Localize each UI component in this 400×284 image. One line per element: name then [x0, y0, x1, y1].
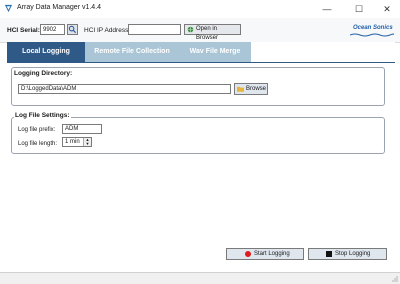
logo-wave-icon	[350, 33, 394, 37]
record-icon	[245, 251, 251, 257]
log-file-prefix-label: Log file prefix:	[18, 127, 56, 133]
hci-serial-input[interactable]: 9902	[40, 24, 65, 35]
window-title: Array Data Manager v1.4.4	[17, 4, 102, 11]
log-file-settings-group	[11, 117, 385, 154]
log-file-length-value: 1 min	[65, 139, 80, 145]
folder-icon	[237, 86, 244, 92]
logging-directory-input[interactable]: D:\LoggedData\ADM	[18, 84, 231, 94]
serial-search-button[interactable]	[67, 24, 78, 35]
close-button[interactable]: ✕	[374, 0, 400, 18]
stop-logging-button[interactable]: Stop Logging	[308, 248, 387, 260]
start-logging-label: Start Logging	[254, 251, 290, 257]
browse-label: Browse	[246, 86, 267, 92]
resize-grip-icon[interactable]	[392, 276, 398, 282]
stop-logging-label: Stop Logging	[335, 251, 371, 257]
maximize-button[interactable]: ☐	[346, 0, 372, 18]
log-file-length-label: Log file length:	[18, 141, 58, 147]
log-file-length-stepper[interactable]: 1 min ▲ ▼	[62, 137, 92, 147]
start-logging-button[interactable]: Start Logging	[226, 248, 304, 260]
minimize-button[interactable]: —	[314, 0, 340, 18]
tab-wav-file-merge[interactable]: Wav File Merge	[179, 42, 251, 62]
ocean-sonics-logo: Ocean Sonics	[350, 24, 394, 38]
browse-button[interactable]: Browse	[234, 83, 268, 95]
app-logo-icon	[4, 4, 13, 13]
search-icon	[68, 25, 77, 34]
stop-icon	[326, 251, 332, 257]
hci-ip-label: HCI IP Address:	[84, 27, 131, 34]
open-in-browser-button[interactable]: Open in Browser	[184, 24, 241, 41]
log-file-prefix-input[interactable]: ADM	[62, 124, 102, 134]
hci-ip-input[interactable]	[128, 24, 181, 35]
tab-remote-file-collection[interactable]: Remote File Collection	[85, 42, 179, 62]
log-file-settings-title: Log File Settings:	[14, 112, 71, 119]
status-bar	[0, 272, 400, 284]
connection-toolbar: HCI Serial: 9902 HCI IP Address: Open in…	[0, 18, 400, 43]
logo-word-ocean: Ocean	[353, 25, 372, 31]
app-window: Array Data Manager v1.4.4 — ☐ ✕ HCI Seri…	[0, 0, 400, 284]
logging-directory-title: Logging Directory:	[14, 70, 73, 77]
spin-arrows-icon[interactable]: ▲ ▼	[83, 138, 91, 146]
tab-bar: Local Logging Remote File Collection Wav…	[7, 42, 395, 62]
hci-serial-label: HCI Serial:	[7, 27, 40, 34]
globe-icon	[187, 26, 194, 33]
tab-divider	[7, 62, 395, 63]
tab-local-logging[interactable]: Local Logging	[7, 42, 85, 62]
title-bar: Array Data Manager v1.4.4 — ☐ ✕	[0, 0, 400, 18]
logo-word-sonics: Sonics	[373, 25, 393, 31]
open-in-browser-label: Open in Browser	[196, 26, 219, 41]
